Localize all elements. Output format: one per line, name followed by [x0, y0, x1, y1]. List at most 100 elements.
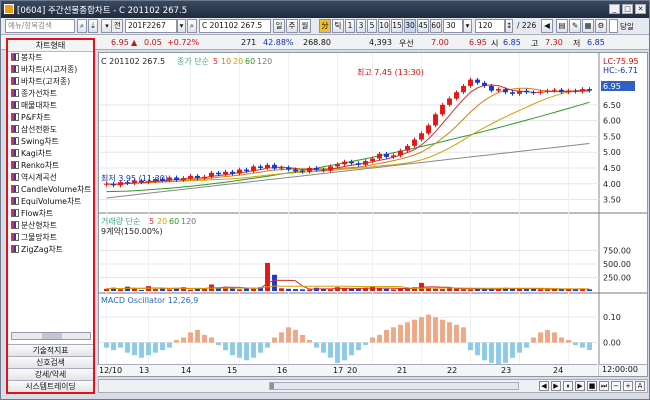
candle	[475, 79, 480, 83]
chart-type-item[interactable]: Kagi차트	[8, 148, 93, 160]
search-icon[interactable]: ⌕	[77, 19, 87, 33]
candle	[468, 79, 473, 86]
macd-bar	[314, 342, 319, 348]
mode-label[interactable]: 전	[111, 19, 123, 33]
period-1[interactable]: 1	[345, 19, 355, 33]
title-bar: [0604] 주간선물종합차트 - C 201102 267.5 _ □ ✕	[1, 1, 649, 18]
end-icon[interactable]: ⏭	[599, 381, 609, 391]
play-icon[interactable]: ▶	[575, 381, 585, 391]
arrow-down-icon[interactable]: ⇣	[88, 19, 98, 33]
period-dropdown-icon[interactable]: ▾	[463, 19, 472, 33]
price-legend-60: 60	[245, 57, 255, 66]
chart-type-item[interactable]: Swing차트	[8, 136, 93, 148]
dropdown-icon[interactable]: ▾	[177, 19, 186, 33]
chart-svg[interactable]: 6.50 6.00 5.50 5.00 4.50 4.00 3.50 750.00 500.0…	[99, 53, 647, 376]
settings-icon[interactable]: ⚙	[595, 19, 607, 33]
macd-bar	[167, 342, 172, 348]
candle	[419, 133, 424, 140]
chart-type-item[interactable]: CandleVolume차트	[8, 184, 93, 196]
chart-type-icon	[11, 197, 19, 205]
chart-scroll-thumb[interactable]	[270, 383, 274, 389]
bid-value: 6.95	[469, 38, 487, 47]
chart-type-item[interactable]: 삼선전환도	[8, 124, 93, 136]
period-min[interactable]: 分	[319, 19, 331, 33]
volume-tick-label: 250.00	[603, 274, 631, 283]
count-spin-icon[interactable]: ↕	[505, 19, 513, 33]
system-trading-button[interactable]: 시스템트레이딩	[8, 380, 93, 392]
chart-type-item[interactable]: 그물망차트	[8, 232, 93, 244]
stop-icon[interactable]: ■	[587, 381, 597, 391]
macd-bar	[104, 342, 109, 348]
volume-legend-60: 60	[169, 217, 179, 226]
draw-icon[interactable]: ✎	[569, 19, 581, 33]
maximize-icon[interactable]: □	[622, 4, 633, 14]
chart-type-label: Renko차트	[21, 161, 60, 170]
period-tick[interactable]: 틱	[332, 19, 344, 33]
period-60[interactable]: 60	[430, 19, 442, 33]
today-checkbox[interactable]	[609, 19, 618, 33]
hc-label: HC:-6.71	[603, 66, 638, 75]
high-label: 고	[531, 39, 539, 48]
volume-bar	[181, 287, 186, 291]
scroll-left-icon[interactable]: ◀	[539, 381, 549, 391]
period-30[interactable]: 30	[404, 19, 416, 33]
period-45[interactable]: 45	[417, 19, 429, 33]
left-arrow-icon[interactable]: ◀	[541, 19, 553, 33]
candle	[503, 89, 508, 93]
period-month[interactable]: 월	[299, 19, 311, 33]
scroll-right-icon[interactable]: ▶	[551, 381, 561, 391]
chart-type-label: 분산형차트	[21, 221, 57, 230]
chart-type-item[interactable]: ZigZag차트	[8, 244, 93, 256]
chart-type-item[interactable]: 매물대차트	[8, 100, 93, 112]
period-5[interactable]: 5	[367, 19, 377, 33]
macd-bar	[433, 317, 438, 343]
volume-bar	[335, 287, 340, 291]
period-day[interactable]: 일	[273, 19, 285, 33]
chart-type-item[interactable]: Renko차트	[8, 160, 93, 172]
priority-value: 7.00	[431, 38, 449, 47]
grid-icon[interactable]: ▦	[582, 19, 594, 33]
minimize-icon[interactable]: _	[609, 4, 620, 14]
chart-navigation-bar: ◀ ▶ ⏸ ▶ ■ ⏭ − + A	[98, 379, 648, 393]
macd-bar	[132, 342, 137, 356]
zoom-out-icon[interactable]: −	[611, 381, 621, 391]
pause-icon[interactable]: ⏸	[563, 381, 573, 391]
chart-type-item[interactable]: 바차트(고저종)	[8, 76, 93, 88]
period-week[interactable]: 주	[286, 19, 298, 33]
chart-type-item[interactable]: EquiVolume차트	[8, 196, 93, 208]
period-custom-input[interactable]: 30	[443, 19, 463, 33]
font-size-icon[interactable]: A	[635, 381, 645, 391]
chart-type-item[interactable]: P&F차트	[8, 112, 93, 124]
count-input[interactable]: 120	[475, 19, 505, 33]
chart-type-label: EquiVolume차트	[21, 197, 82, 206]
tech-indicator-button[interactable]: 기술적지표	[8, 344, 93, 356]
signal-search-button[interactable]: 신호검색	[8, 356, 93, 368]
chart-type-item[interactable]: Flow차트	[8, 208, 93, 220]
candle	[447, 98, 452, 105]
zoom-in-icon[interactable]: +	[623, 381, 633, 391]
horizontal-scrollbar[interactable]	[11, 332, 91, 340]
chart-type-item[interactable]: 역시계곡선	[8, 172, 93, 184]
macd-bar	[426, 314, 431, 343]
period-3[interactable]: 3	[356, 19, 366, 33]
period-10[interactable]: 10	[378, 19, 390, 33]
chart-type-item[interactable]: 종가선차트	[8, 88, 93, 100]
scroll-thumb[interactable]	[42, 333, 62, 339]
menu-search-input[interactable]: 예뉴/항목검색	[5, 19, 75, 33]
macd-bar	[265, 342, 270, 348]
price-tick-label: 6.00	[603, 117, 621, 126]
period-15[interactable]: 15	[391, 19, 403, 33]
chart-type-item[interactable]: 바차트(시고저종)	[8, 64, 93, 76]
chart-scrollbar[interactable]	[269, 382, 519, 390]
chart-type-item[interactable]: 분산형차트	[8, 220, 93, 232]
close-icon[interactable]: ✕	[635, 4, 646, 14]
volume-chart-title: 거래량 단순	[101, 216, 140, 226]
strength-button[interactable]: 강세/약세	[8, 368, 93, 380]
code-search-icon[interactable]: ⌕	[187, 19, 197, 33]
chart-type-item[interactable]: 봉차트	[8, 52, 93, 64]
chart-area[interactable]: 6.50 6.00 5.50 5.00 4.50 4.00 3.50 750.00 500.0…	[98, 52, 648, 377]
chart-type-icon	[11, 245, 19, 253]
ruler-icon[interactable]: ▤	[556, 19, 568, 33]
code-input[interactable]: 201F2267	[125, 19, 177, 33]
macd-bar	[146, 342, 151, 356]
